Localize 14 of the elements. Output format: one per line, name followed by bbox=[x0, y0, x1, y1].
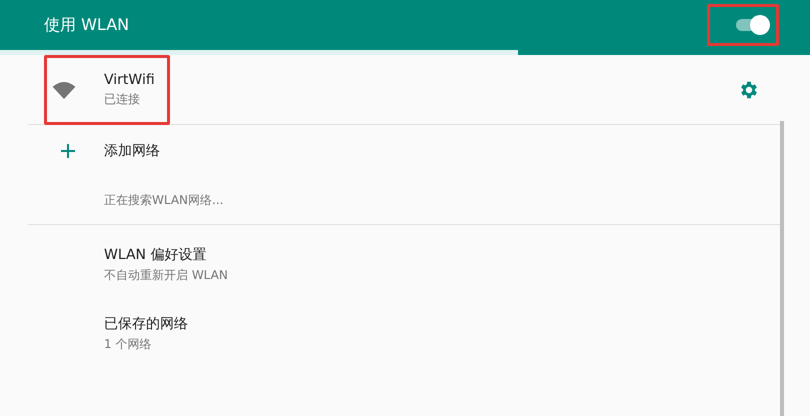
scrollbar[interactable] bbox=[780, 121, 784, 416]
setting-title[interactable]: 已保存的网络 bbox=[104, 314, 188, 332]
status-text: 正在搜索WLAN网络... bbox=[104, 192, 224, 209]
network-name[interactable]: VirtWifi bbox=[104, 72, 155, 88]
wifi-icon bbox=[52, 81, 76, 100]
setting-summary: 1 个网络 bbox=[104, 336, 152, 352]
add-network-item[interactable]: 添加网络 bbox=[104, 142, 160, 160]
setting-summary: 不自动重新开启 WLAN bbox=[104, 266, 228, 284]
wlan-switch[interactable] bbox=[734, 14, 770, 36]
page-title: 使用 WLAN bbox=[44, 14, 130, 36]
highlight-frame bbox=[707, 4, 779, 46]
plus-icon bbox=[61, 144, 75, 158]
network-status: 已连接 bbox=[104, 90, 141, 108]
setting-title[interactable]: WLAN 偏好设置 bbox=[104, 246, 228, 264]
